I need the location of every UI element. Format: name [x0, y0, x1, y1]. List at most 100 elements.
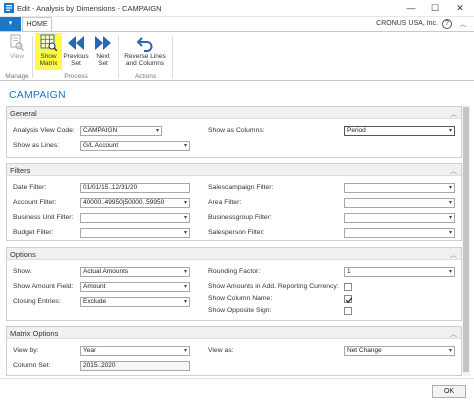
show-amounts-add-currency-label: Show Amounts in Add. Reporting Currency: [208, 283, 339, 290]
show-as-columns-field[interactable]: Period ▾ [344, 126, 455, 136]
previous-set-button[interactable]: Previous Set [63, 34, 89, 67]
closing-entries-field[interactable]: Exclude ▾ [80, 297, 190, 307]
dropdown-icon: ▾ [183, 269, 187, 275]
app-icon [4, 3, 14, 13]
show-label: Show: [13, 268, 32, 275]
dropdown-icon: ▾ [448, 230, 452, 236]
dropdown-icon: ▾ [8, 20, 13, 27]
budget-filter-label: Budget Filter: [13, 229, 54, 236]
dropdown-icon: ▾ [183, 143, 187, 149]
show-amount-field-label: Show Amount Field: [13, 283, 74, 290]
view-button[interactable]: View [5, 34, 29, 60]
column-set-field: 2015..2020 [80, 361, 190, 371]
rounding-factor-label: Rounding Factor: [208, 268, 261, 275]
tab-home[interactable]: HOME [22, 17, 52, 31]
general-section: General ︿ Analysis View Code: CAMPAIGN ▾… [6, 106, 462, 158]
show-opposite-sign-label: Show Opposite Sign: [208, 307, 272, 314]
dropdown-icon: ▾ [183, 348, 187, 354]
salescampaign-filter-label: Salescampaign Filter: [208, 184, 274, 191]
reverse-lines-columns-button[interactable]: Reverse Lines and Columns [121, 34, 169, 67]
next-set-label-line2: Set [98, 60, 108, 67]
date-filter-label: Date Filter: [13, 184, 47, 191]
application-menu-button[interactable]: ▾ [0, 17, 21, 31]
dropdown-icon: ▾ [155, 128, 159, 134]
show-as-columns-label: Show as Columns: [208, 127, 265, 134]
show-matrix-label-line1: Show [40, 53, 57, 60]
account-filter-field[interactable]: 40000..49950|50000..59950 ▾ [80, 198, 190, 208]
scrollbar-thumb[interactable] [463, 107, 469, 372]
analysis-view-code-field[interactable]: CAMPAIGN ▾ [80, 126, 162, 136]
previous-set-label-line1: Previous [63, 53, 89, 60]
salescampaign-filter-field[interactable]: ▾ [344, 183, 455, 193]
show-as-lines-field[interactable]: G/L Account ▾ [80, 141, 190, 151]
date-filter-field[interactable]: 01/01/15..12/31/20 [80, 183, 190, 193]
area-filter-field[interactable]: ▾ [344, 198, 455, 208]
close-button[interactable]: ✕ [451, 2, 469, 14]
businessgroup-filter-field[interactable]: ▾ [344, 213, 455, 223]
next-set-label-line1: Next [96, 53, 110, 60]
reverse-label-line1: Reverse Lines [124, 53, 166, 60]
dropdown-icon: ▾ [448, 215, 452, 221]
salesperson-filter-field[interactable]: ▾ [344, 228, 455, 238]
page-title: CAMPAIGN [9, 89, 66, 101]
show-field[interactable]: Actual Amounts ▾ [80, 267, 190, 277]
dropdown-icon: ▾ [183, 200, 187, 206]
business-unit-filter-field[interactable]: ▾ [80, 213, 190, 223]
tab-strip: ▾ HOME CRONUS USA, Inc. ? ︿ [0, 17, 474, 31]
view-by-field[interactable]: Year ▾ [80, 346, 190, 356]
company-name[interactable]: CRONUS USA, Inc. [376, 20, 438, 27]
filters-section: Filters ︿ Date Filter: 01/01/15..12/31/2… [6, 163, 462, 241]
ribbon-separator [172, 36, 173, 78]
area-filter-label: Area Filter: [208, 199, 242, 206]
filters-section-header[interactable]: Filters ︿ [7, 164, 461, 176]
salesperson-filter-label: Salesperson Filter: [208, 229, 265, 236]
show-amounts-add-currency-checkbox[interactable] [344, 283, 352, 291]
help-icon[interactable]: ? [442, 19, 452, 29]
options-section-title: Options [10, 250, 36, 259]
matrix-options-section-header[interactable]: Matrix Options ︿ [7, 327, 461, 339]
next-set-icon [95, 36, 111, 50]
dialog-footer: OK [0, 378, 474, 403]
vertical-scrollbar[interactable] [462, 105, 470, 376]
matrix-options-section: Matrix Options ︿ View by: Year ▾ Column … [6, 326, 462, 376]
title-bar: Edit - Analysis by Dimensions - CAMPAIGN… [0, 0, 474, 17]
next-set-button[interactable]: Next Set [91, 34, 115, 67]
budget-filter-field[interactable]: ▾ [80, 228, 190, 238]
dropdown-icon: ▾ [183, 299, 187, 305]
dropdown-icon: ▾ [448, 128, 452, 134]
options-section-header[interactable]: Options ︿ [7, 248, 461, 260]
filters-section-title: Filters [10, 166, 31, 175]
rounding-factor-field[interactable]: 1 ▾ [344, 267, 455, 277]
group-label-process: Process [64, 73, 88, 80]
dropdown-icon: ▾ [183, 284, 187, 290]
view-icon [10, 34, 24, 51]
ok-button[interactable]: OK [432, 385, 466, 398]
show-column-name-checkbox[interactable] [344, 295, 353, 303]
ribbon-separator [118, 36, 119, 78]
general-section-title: General [10, 109, 37, 118]
account-filter-label: Account Filter: [13, 199, 57, 206]
general-section-header[interactable]: General ︿ [7, 107, 461, 119]
dropdown-icon: ▾ [183, 230, 187, 236]
minimize-button[interactable]: — [402, 2, 420, 14]
dropdown-icon: ▾ [448, 200, 452, 206]
ribbon-collapse-icon[interactable]: ︿ [458, 19, 468, 29]
dropdown-icon: ▾ [448, 185, 452, 191]
show-matrix-label-line2: Matrix [39, 60, 58, 67]
column-set-label: Column Set: [13, 362, 51, 369]
show-opposite-sign-checkbox[interactable] [344, 307, 352, 315]
dropdown-icon: ▾ [448, 348, 452, 354]
show-column-name-label: Show Column Name: [208, 295, 273, 302]
chevron-up-icon: ︿ [450, 168, 457, 175]
show-amount-field-field[interactable]: Amount ▾ [80, 282, 190, 292]
dropdown-icon: ▾ [448, 269, 452, 275]
show-matrix-button[interactable]: Show Matrix [35, 33, 62, 70]
chevron-up-icon: ︿ [450, 252, 457, 259]
window-title: Edit - Analysis by Dimensions - CAMPAIGN [17, 4, 162, 13]
businessgroup-filter-label: Businessgroup Filter: [208, 214, 272, 221]
view-by-label: View by: [13, 347, 39, 354]
maximize-button[interactable]: ☐ [426, 2, 444, 14]
matrix-icon [40, 34, 57, 52]
view-as-field[interactable]: Net Change ▾ [344, 346, 455, 356]
previous-set-label-line2: Set [71, 60, 81, 67]
